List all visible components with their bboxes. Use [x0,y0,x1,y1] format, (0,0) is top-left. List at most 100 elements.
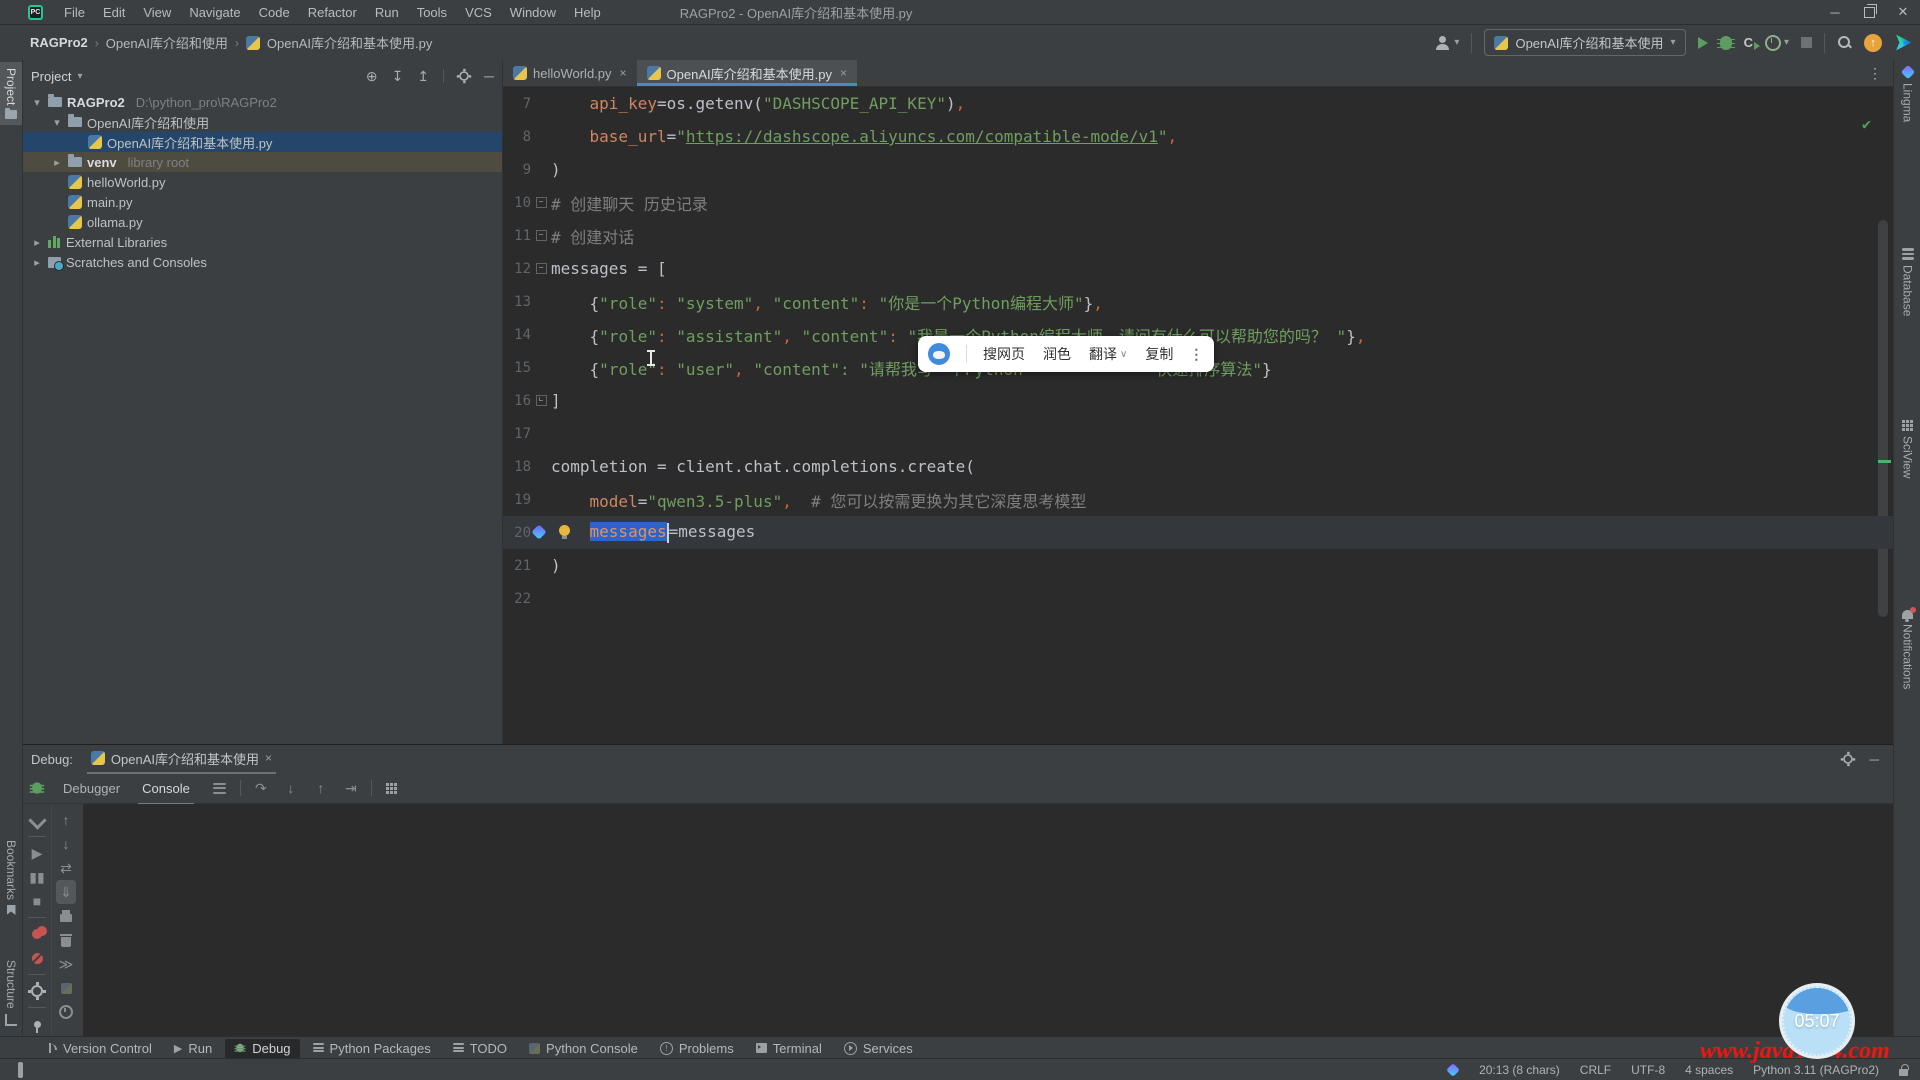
fold-marker-icon[interactable]: − [536,230,547,241]
soft-wrap-icon[interactable]: ⇄ [56,856,76,880]
down-icon[interactable]: ↓ [56,832,76,856]
settings-icon[interactable] [27,979,47,1003]
hide-tool-window-icon[interactable]: ─ [484,68,494,84]
tree-item[interactable]: helloWorld.py [23,172,502,192]
debug-tab-console[interactable]: Console [138,773,194,805]
tool-windows-toggle-icon[interactable] [18,1063,23,1077]
sidebar-tab-notifications[interactable]: Notifications [1894,610,1920,689]
sidebar-tab-bookmarks[interactable]: Bookmarks [0,840,22,915]
indent-style[interactable]: 4 spaces [1685,1063,1733,1077]
profile-button[interactable]: ▾ [1435,36,1459,50]
chevron-right-icon[interactable]: ▸ [31,236,43,249]
sidebar-tab-structure[interactable]: Structure [0,960,22,1026]
chevron-down-icon[interactable]: ▾ [31,96,43,109]
fold-marker-icon[interactable]: − [536,263,547,274]
view-breakpoints-icon[interactable] [27,922,47,946]
toolwindow-button-python-packages[interactable]: Python Packages [304,1039,440,1058]
sidebar-tab-project[interactable]: Project [0,62,22,125]
pin-icon[interactable] [27,1012,47,1036]
hide-tool-window-icon[interactable]: ─ [1870,752,1879,767]
toolwindow-button-problems[interactable]: !Problems [651,1039,743,1058]
sidebar-tab-lingma[interactable]: Lingma [1894,66,1920,122]
tree-item[interactable]: OpenAI库介绍和基本使用.py [23,132,502,152]
view-breakpoints-grid-icon[interactable] [382,778,402,798]
debug-session-tab[interactable]: OpenAI库介绍和基本使用 × [87,744,276,774]
step-over-icon[interactable]: ↷ [251,778,271,798]
line-separator[interactable]: CRLF [1580,1063,1611,1077]
close-button[interactable]: ✕ [1886,0,1920,24]
python-packages-icon[interactable] [56,976,76,1000]
coverage-button[interactable]: C [1744,35,1753,50]
tree-item[interactable]: ollama.py [23,212,502,232]
toolwindow-button-terminal[interactable]: Terminal [747,1039,831,1058]
minimize-button[interactable]: ─ [1818,0,1852,24]
toolwindow-button-python-console[interactable]: Python Console [520,1039,647,1058]
view-options-icon[interactable] [210,778,230,798]
toolwindow-button-run[interactable]: ▶Run [165,1039,221,1058]
tree-item[interactable]: ▾RAGPro2D:\python_pro\RAGPro2 [23,92,502,112]
menu-edit[interactable]: Edit [94,5,134,20]
editor-tab-options-icon[interactable]: ⋮ [1858,60,1893,86]
tree-item[interactable]: ▾OpenAI库介绍和使用 [23,112,502,132]
search-everywhere-button[interactable] [1837,35,1852,50]
run-button[interactable] [1698,37,1708,49]
rerun-wrench-icon[interactable] [27,808,47,832]
menu-help[interactable]: Help [565,5,610,20]
tree-item[interactable]: ▸External Libraries [23,232,502,252]
collapse-all-icon[interactable]: ↥ [417,68,429,85]
python-interpreter[interactable]: Python 3.11 (RAGPro2) [1753,1063,1879,1077]
popup-action-搜网页[interactable]: 搜网页 [983,344,1025,364]
fast-forward-icon[interactable]: ≫ [56,952,76,976]
menu-code[interactable]: Code [250,5,299,20]
breadcrumb-item[interactable]: OpenAI库介绍和使用 [106,33,228,52]
toolwindow-button-version-control[interactable]: Version Control [38,1039,161,1058]
fold-marker-icon[interactable]: ∟ [536,395,547,406]
chevron-down-icon[interactable]: ▾ [51,116,63,129]
resume-icon[interactable]: ▶ [27,841,47,865]
tree-item[interactable]: ▸Scratches and Consoles [23,252,502,272]
restore-button[interactable] [1852,0,1886,24]
gear-icon[interactable] [459,71,469,81]
menu-vcs[interactable]: VCS [456,5,501,20]
recording-timer-badge[interactable]: 05:07 [1779,983,1855,1059]
clear-icon[interactable] [56,928,76,952]
tree-item[interactable]: main.py [23,192,502,212]
caret-position[interactable]: 20:13 (8 chars) [1479,1063,1560,1077]
breadcrumb-item[interactable]: RAGPro2 [30,35,88,50]
debug-button[interactable] [1720,36,1732,50]
popup-more-icon[interactable]: ⋮ [1189,346,1204,363]
step-into-icon[interactable]: ↓ [281,778,301,798]
sidebar-tab-database[interactable]: Database [1894,248,1920,316]
popup-action-复制[interactable]: 复制 [1145,344,1173,364]
menu-navigate[interactable]: Navigate [180,5,249,20]
lingma-run-icon[interactable] [1894,34,1912,52]
menu-refactor[interactable]: Refactor [299,5,366,20]
popup-action-翻译[interactable]: 翻译∨ [1089,344,1127,364]
print-icon[interactable] [56,904,76,928]
breadcrumb-item[interactable]: OpenAI库介绍和基本使用.py [267,33,432,52]
run-to-cursor-icon[interactable]: ⇥ [341,778,361,798]
editor-tab[interactable]: OpenAI库介绍和基本使用.py× [637,60,857,86]
file-encoding[interactable]: UTF-8 [1631,1063,1665,1077]
code-editor[interactable]: ✔ 7 api_key=os.getenv("DASHSCOPE_API_KEY… [503,87,1893,745]
toolwindow-button-services[interactable]: Services [835,1039,922,1058]
up-icon[interactable]: ↑ [56,808,76,832]
locate-file-icon[interactable]: ⊕ [366,68,378,85]
chevron-right-icon[interactable]: ▸ [51,156,63,169]
run-config-select[interactable]: OpenAI库介绍和基本使用 ▾ [1484,29,1685,56]
mute-breakpoints-icon[interactable] [27,946,47,970]
popup-action-润色[interactable]: 润色 [1043,344,1071,364]
close-icon[interactable]: × [620,66,627,80]
debug-console-output[interactable] [83,804,1893,1037]
gear-icon[interactable] [1843,754,1853,764]
step-out-icon[interactable]: ↑ [311,778,331,798]
menu-view[interactable]: View [134,5,180,20]
close-icon[interactable]: × [840,66,847,80]
menu-run[interactable]: Run [366,5,408,20]
stop-icon[interactable]: ■ [27,889,47,913]
expand-all-icon[interactable]: ↧ [392,68,404,85]
lingma-status-icon[interactable] [1446,1063,1460,1077]
sidebar-tab-sciview[interactable]: SciView [1894,420,1920,478]
update-button[interactable]: ↑ [1864,34,1882,52]
editor-tab[interactable]: helloWorld.py× [503,60,637,86]
